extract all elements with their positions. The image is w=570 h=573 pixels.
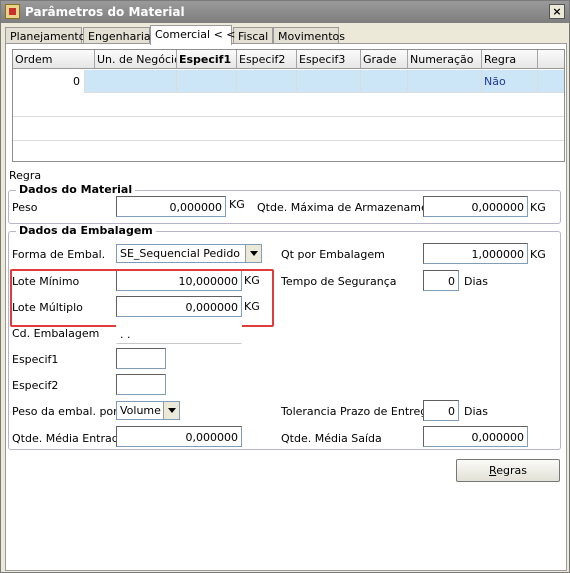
regra-label: Regra [9,169,42,182]
qt-por-embalagem-unit: KG [530,248,546,261]
dados-embalagem-title: Dados da Embalagem [16,224,156,237]
especif2-input[interactable] [116,374,166,395]
col-especif3[interactable]: Especif3 [297,50,361,69]
tolerancia-unit: Dias [464,405,488,418]
lote-highlight-box [10,269,274,327]
qtde-media-saida-input[interactable]: 0,000000 [423,426,528,447]
col-grade[interactable]: Grade [361,50,408,69]
tab-movimentos[interactable]: Movimentos [273,27,345,44]
regras-grid[interactable]: Ordem Un. de Negócio Especif1 Especif2 E… [12,49,565,162]
app-icon [5,4,20,19]
tempo-seguranca-unit: Dias [464,275,488,288]
cd-embalagem-input[interactable]: . . [116,323,242,344]
cell-ordem[interactable]: 0 [13,70,85,93]
cell-grade[interactable] [361,70,408,93]
regras-button[interactable]: Regras [456,459,560,482]
grid-empty-row [13,94,564,117]
cell-numeracao[interactable] [408,70,482,93]
dados-material-title: Dados do Material [16,183,136,196]
grid-empty-row [13,118,564,141]
peso-unit: KG [229,198,245,211]
parametros-window: Parâmetros do Material × Planejamento En… [0,0,570,573]
col-un-negocio[interactable]: Un. de Negócio [95,50,177,69]
peso-embal-label: Peso da embal. por [12,405,118,418]
grid-header: Ordem Un. de Negócio Especif1 Especif2 E… [13,50,564,69]
forma-embal-label: Forma de Embal. [12,248,106,261]
tempo-seguranca-input[interactable]: 0 [423,270,459,291]
especif1-input[interactable] [116,348,166,369]
cell-un-negocio[interactable] [95,70,177,93]
especif2-label: Especif2 [12,379,59,392]
qtde-media-saida-label: Qtde. Média Saída [281,432,382,445]
col-numeracao[interactable]: Numeração [408,50,482,69]
tempo-seguranca-label: Tempo de Segurança [281,275,397,288]
grid-row[interactable]: 0 Não [13,70,564,93]
cell-especif1[interactable] [177,70,237,93]
regras-button-label: egras [496,464,527,477]
qtde-media-entrada-label: Qtde. Média Entrada [12,432,126,445]
title-bar[interactable]: Parâmetros do Material × [1,1,569,23]
qtde-max-input[interactable]: 0,000000 [423,196,528,217]
tolerancia-input[interactable]: 0 [423,400,459,421]
forma-embal-value: SE_Sequencial Pedido [120,247,241,260]
cell-regra[interactable]: Não [482,70,538,93]
col-especif1[interactable]: Especif1 [177,50,237,69]
cell-especif2[interactable] [237,70,297,93]
tab-planejamento[interactable]: Planejamento [5,27,85,44]
col-especif2[interactable]: Especif2 [237,50,297,69]
qtde-max-label: Qtde. Máxima de Armazenamento [257,201,446,214]
grid-empty-row [13,142,564,161]
tolerancia-label: Tolerancia Prazo de Entrega [281,405,434,418]
qtde-media-entrada-input[interactable]: 0,000000 [116,426,242,447]
chevron-down-icon[interactable] [245,245,261,262]
peso-input[interactable]: 0,000000 [116,196,226,217]
peso-embal-value: Volume [120,404,161,417]
qtde-max-unit: KG [530,201,546,214]
cd-embalagem-label: Cd. Embalagem [12,327,100,340]
tab-comercial[interactable]: Comercial < < [150,25,236,45]
comercial-panel: Ordem Un. de Negócio Especif1 Especif2 E… [5,43,567,571]
qt-por-embalagem-label: Qt por Embalagem [281,248,385,261]
tab-engenharia[interactable]: Engenharia [83,27,151,44]
cell-especif3[interactable] [297,70,361,93]
peso-label: Peso [12,201,38,214]
qt-por-embalagem-input[interactable]: 1,000000 [423,243,528,264]
tab-fiscal[interactable]: Fiscal [233,27,273,44]
especif1-label: Especif1 [12,353,59,366]
close-button[interactable]: × [549,4,565,19]
chevron-down-icon[interactable] [163,402,179,419]
peso-embal-select[interactable]: Volume [116,401,180,420]
window-title: Parâmetros do Material [25,5,185,19]
col-regra[interactable]: Regra [482,50,538,69]
col-ordem[interactable]: Ordem [13,50,95,69]
forma-embal-select[interactable]: SE_Sequencial Pedido [116,244,262,263]
